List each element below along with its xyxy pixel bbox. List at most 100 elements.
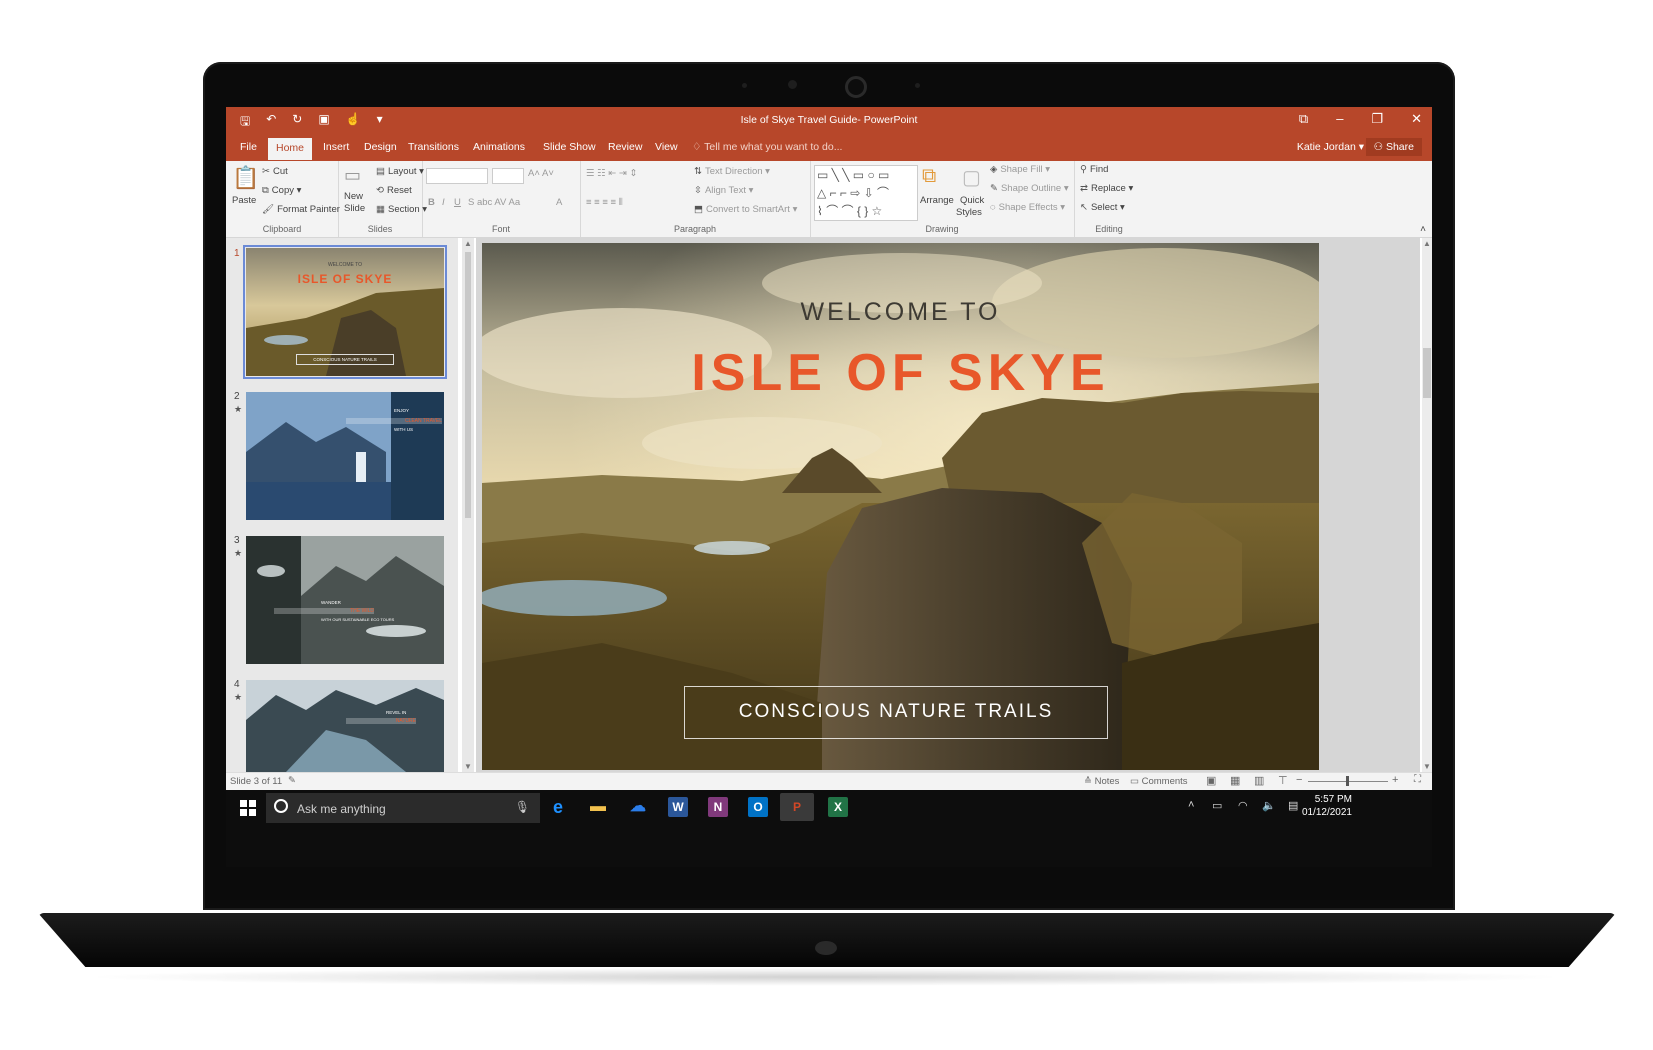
quick-styles-icon[interactable]: ▢ <box>962 165 981 190</box>
scrollbar-thumb[interactable] <box>465 252 471 518</box>
quick-styles-line1[interactable]: Quick <box>960 195 984 206</box>
clock-date: 01/12/2021 <box>1301 807 1352 818</box>
normal-view-icon[interactable]: ▣ <box>1206 774 1216 787</box>
spellcheck-icon[interactable]: ✎ <box>288 775 296 786</box>
slide-thumbnail[interactable]: REVEL IN NATURE <box>246 680 444 772</box>
bold-icon[interactable]: B <box>428 197 435 208</box>
powerpoint-icon[interactable]: P <box>780 793 814 821</box>
tell-me-box[interactable]: ♢ Tell me what you want to do... <box>692 141 842 153</box>
replace-button[interactable]: ⇄ Replace ▾ <box>1080 183 1133 194</box>
arrange-icon[interactable]: ⧉ <box>922 165 936 188</box>
grow-font-icon[interactable]: A˄ A˅ <box>528 168 554 179</box>
shapes-gallery[interactable]: ▭ ╲ ╲ ▭ ○ ▭ △ ⌐ ⌐ ⇨ ⇩ ⌒ ⌇ ⌒ ⌒ { } ☆ <box>814 165 918 221</box>
paste-icon[interactable]: 📋 <box>232 165 259 191</box>
tab-transitions[interactable]: Transitions <box>408 141 459 153</box>
user-account[interactable]: Katie Jordan ▾ <box>1297 141 1364 153</box>
battery-icon[interactable]: ▭ <box>1212 799 1222 812</box>
slide-title[interactable]: ISLE OF SKYE <box>482 343 1319 403</box>
underline-icon[interactable]: U <box>454 197 461 208</box>
tab-home[interactable]: Home <box>268 138 313 160</box>
notes-button[interactable]: ≙ Notes <box>1084 776 1119 787</box>
collapse-ribbon-icon[interactable]: ˄ <box>1420 224 1426 235</box>
font-name-box[interactable] <box>426 168 488 184</box>
system-clock[interactable]: 5:57 PM 01/12/2021 <box>1302 793 1352 819</box>
font-color-icon[interactable]: A <box>556 197 562 208</box>
share-button[interactable]: ⚇ Share <box>1365 138 1422 156</box>
comments-button[interactable]: ▭ Comments <box>1130 776 1188 787</box>
align-icons[interactable]: ≡ ≡ ≡ ≡ ⫴ <box>586 197 623 208</box>
reset-button[interactable]: ⟲ Reset <box>376 185 412 196</box>
slide-thumbnail[interactable]: ENJOY CLEAN TRAVEL WITH US <box>246 392 444 520</box>
quick-styles-line2[interactable]: Styles <box>956 207 982 218</box>
section-button[interactable]: ▦ Section ▾ <box>376 204 427 215</box>
copy-button[interactable]: ⧉ Copy ▾ <box>262 185 301 196</box>
microphone-icon[interactable]: 🎙 <box>515 800 530 814</box>
scroll-down-icon[interactable]: ▼ <box>464 762 472 771</box>
show-hidden-icons-icon[interactable]: ˄ <box>1188 799 1194 811</box>
editor-scrollbar[interactable]: ▲ ▼ <box>1422 238 1432 772</box>
font-size-box[interactable] <box>492 168 524 184</box>
tab-design[interactable]: Design <box>364 141 397 153</box>
onenote-icon[interactable]: N <box>708 797 728 817</box>
scrollbar-thumb[interactable] <box>1423 348 1431 398</box>
wifi-icon[interactable]: ◠ <box>1238 799 1248 812</box>
file-explorer-icon[interactable]: ▬ <box>588 797 608 817</box>
new-slide-line2[interactable]: Slide <box>344 203 365 214</box>
lightbulb-icon: ♢ <box>692 141 705 153</box>
slide-thumbnail[interactable]: WANDER THE WILD WITH OUR SUSTAINABLE ECO… <box>246 536 444 664</box>
reading-view-icon[interactable]: ▥ <box>1254 774 1264 787</box>
fit-slide-icon[interactable]: ⛶ <box>1414 774 1421 785</box>
tab-review[interactable]: Review <box>608 141 642 153</box>
shape-outline-button[interactable]: ✎ Shape Outline ▾ <box>990 183 1069 194</box>
tab-file[interactable]: File <box>240 141 257 153</box>
ribbon-display-icon[interactable]: ⧉ <box>1299 111 1308 127</box>
format-painter-button[interactable]: 🖌 Format Painter <box>262 204 340 215</box>
zoom-in-button[interactable]: + <box>1392 774 1398 786</box>
new-slide-line1[interactable]: New <box>344 191 363 202</box>
new-slide-icon[interactable]: ▭ <box>344 165 361 186</box>
text-direction-button[interactable]: ⇅ Text Direction ▾ <box>694 166 770 177</box>
restore-icon[interactable]: ❐ <box>1371 111 1383 127</box>
scroll-up-icon[interactable]: ▲ <box>464 239 472 248</box>
windows-start-icon[interactable] <box>240 800 256 816</box>
tab-view[interactable]: View <box>655 141 678 153</box>
tab-slide-show[interactable]: Slide Show <box>543 141 596 153</box>
cut-button[interactable]: ✂ Cut <box>262 166 288 177</box>
zoom-out-button[interactable]: − <box>1296 774 1302 786</box>
thumbnails-scrollbar[interactable]: ▲ ▼ <box>462 238 474 772</box>
shape-fill-button[interactable]: ◈ Shape Fill ▾ <box>990 164 1050 175</box>
scroll-down-icon[interactable]: ▼ <box>1423 762 1431 771</box>
find-button[interactable]: ⚲ Find <box>1080 164 1108 175</box>
tab-insert[interactable]: Insert <box>323 141 349 153</box>
scroll-up-icon[interactable]: ▲ <box>1423 239 1431 248</box>
onedrive-icon[interactable]: ☁ <box>628 797 648 817</box>
arrange-button[interactable]: Arrange <box>920 195 954 206</box>
slide-welcome-text[interactable]: WELCOME TO <box>482 298 1319 327</box>
paste-button[interactable]: Paste <box>232 195 256 206</box>
outlook-icon[interactable]: O <box>748 797 768 817</box>
select-button[interactable]: ↖ Select ▾ <box>1080 202 1125 213</box>
layout-button[interactable]: ▤ Layout ▾ <box>376 166 424 177</box>
align-text-button[interactable]: ⇳ Align Text ▾ <box>694 185 753 196</box>
current-slide[interactable]: WELCOME TO ISLE OF SKYE CONSCIOUS NATURE… <box>482 243 1319 770</box>
tab-animations[interactable]: Animations <box>473 141 525 153</box>
volume-icon[interactable]: 🔈 <box>1262 799 1276 812</box>
excel-icon[interactable]: X <box>828 797 848 817</box>
edge-icon[interactable]: e <box>548 797 568 817</box>
zoom-slider-thumb[interactable] <box>1346 776 1349 786</box>
bullets-icon[interactable]: ☰ ☷ ⇤ ⇥ ⇕ <box>586 168 637 179</box>
italic-icon[interactable]: I <box>442 197 445 208</box>
word-icon[interactable]: W <box>668 797 688 817</box>
close-icon[interactable]: ✕ <box>1411 111 1422 127</box>
shape-effects-button[interactable]: ◌ Shape Effects ▾ <box>990 202 1065 213</box>
convert-smartart-button[interactable]: ⬒ Convert to SmartArt ▾ <box>694 204 797 215</box>
strikethrough-icon[interactable]: S abc AV Aa <box>468 197 520 208</box>
slide-sorter-icon[interactable]: ▦ <box>1230 774 1240 787</box>
taskbar-search[interactable]: Ask me anything 🎙 <box>266 793 540 823</box>
notification-icon[interactable]: ▤ <box>1288 799 1298 812</box>
slide-thumbnail[interactable]: WELCOME TO ISLE OF SKYE CONSCIOUS NATURE… <box>243 245 447 379</box>
status-bar: Slide 3 of 11 ✎ ≙ Notes ▭ Comments ▣ ▦ ▥… <box>226 772 1432 791</box>
slideshow-view-icon[interactable]: ⊤ <box>1278 774 1288 787</box>
minimize-icon[interactable]: – <box>1336 111 1343 127</box>
subtitle-box[interactable]: CONSCIOUS NATURE TRAILS <box>684 686 1108 739</box>
